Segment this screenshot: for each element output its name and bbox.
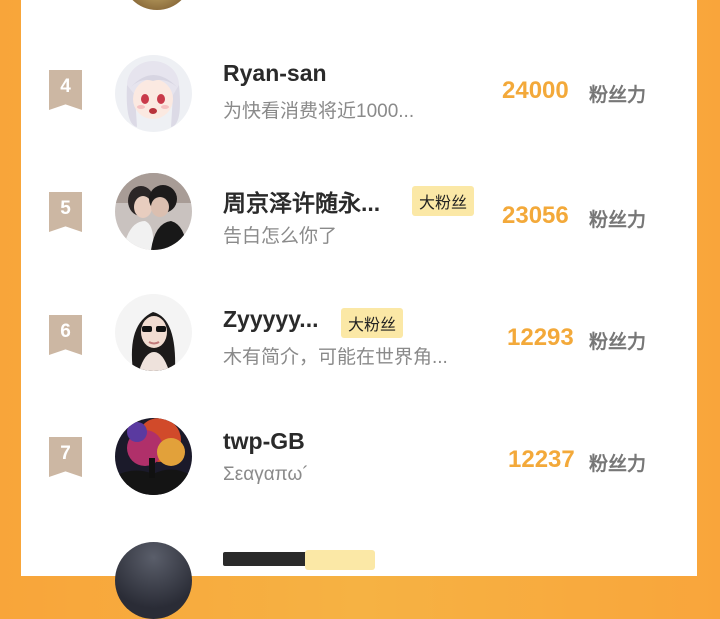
avatar[interactable]	[115, 418, 192, 495]
fan-score-unit: 粉丝力	[589, 454, 647, 475]
user-name[interactable]: Zyyyyy...	[223, 306, 318, 333]
fan-ranking-panel: 4 Ryan-san 为快看消费将近1000... 24000 粉丝力 5 周京…	[21, 0, 697, 619]
fan-score-unit: 粉丝力	[589, 210, 647, 231]
list-item[interactable]: 5 周京泽许随永... 大粉丝 告白怎么你了 23056 粉丝力	[21, 173, 697, 280]
big-fan-badge: 大粉丝	[412, 186, 475, 216]
fan-score: 12237	[508, 446, 575, 473]
list-item[interactable]	[21, 542, 697, 619]
user-name[interactable]: Ryan-san	[223, 60, 327, 87]
avatar[interactable]	[115, 55, 192, 132]
list-item[interactable]: 4 Ryan-san 为快看消费将近1000... 24000 粉丝力	[21, 55, 697, 160]
user-description: Σεαγαπω´	[223, 464, 309, 485]
user-name[interactable]: twp-GB	[223, 428, 305, 455]
list-item[interactable]: 7 twp-GB Σεαγαπω´ 12237 粉丝力	[21, 418, 697, 524]
rank-badge: 7	[49, 437, 82, 477]
rank-badge: 6	[49, 315, 82, 355]
fan-score-unit: 粉丝力	[589, 85, 647, 106]
rank-badge: 4	[49, 70, 82, 110]
big-fan-badge: 大粉丝	[341, 308, 404, 338]
fan-score: 23056	[502, 202, 569, 229]
avatar[interactable]	[115, 542, 192, 619]
avatar[interactable]	[115, 294, 192, 371]
big-fan-badge	[305, 550, 375, 570]
avatar[interactable]	[115, 173, 192, 250]
user-name[interactable]: 周京泽许随永...	[223, 184, 380, 218]
avatar[interactable]	[122, 0, 192, 10]
user-description: 为快看消费将近1000...	[223, 101, 415, 122]
fan-score: 12293	[507, 324, 574, 351]
fan-score-unit: 粉丝力	[589, 332, 647, 353]
list-item[interactable]: 6 Zyyyyy... 大粉丝 木有简介，可能在世界角... 12293 粉丝力	[21, 294, 697, 402]
user-description: 告白怎么你了	[223, 226, 338, 247]
fan-score: 24000	[502, 77, 569, 104]
user-name	[223, 552, 313, 566]
rank-badge: 5	[49, 192, 82, 232]
user-description: 木有简介，可能在世界角...	[223, 347, 448, 368]
